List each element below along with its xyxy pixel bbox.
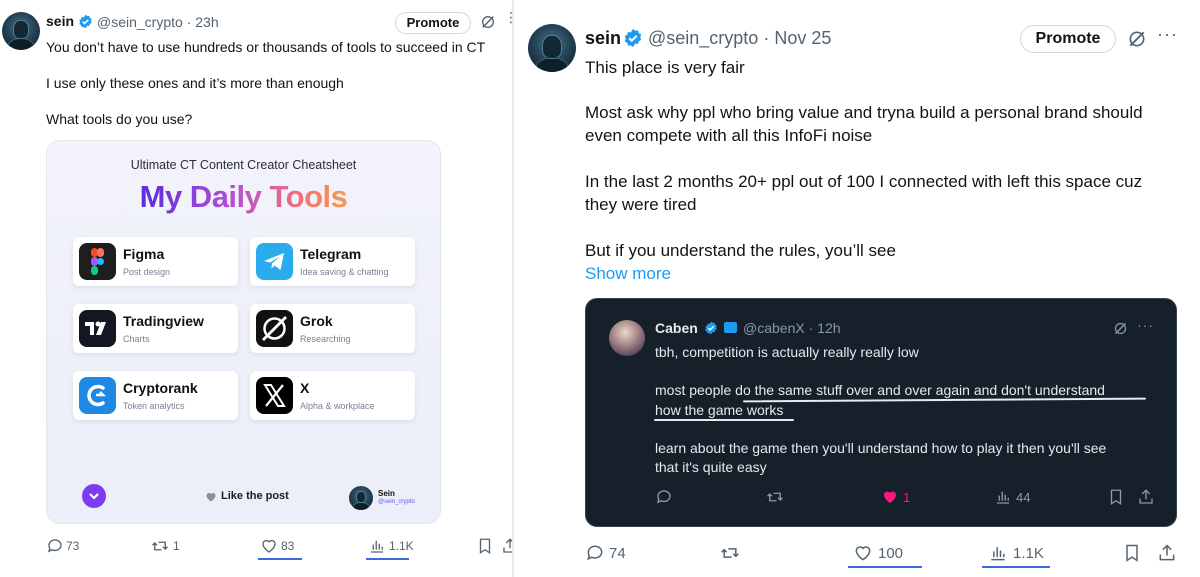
- show-more-link[interactable]: Show more: [585, 262, 671, 285]
- share-button[interactable]: [501, 537, 512, 555]
- tweet-divider: [512, 0, 514, 577]
- like-underline: [258, 558, 302, 560]
- quoted-tweet[interactable]: Caben @cabenX · 12h ··· tbh, competition…: [585, 298, 1177, 527]
- grok-icon[interactable]: [1127, 29, 1147, 49]
- telegram-icon: [256, 243, 293, 280]
- affiliate-badge-icon: [724, 322, 737, 333]
- bookmark-icon: [479, 538, 491, 555]
- grok-icon[interactable]: [1113, 321, 1128, 336]
- quoted-text-line: tbh, competition is actually really real…: [655, 344, 919, 360]
- x-logo-icon: [256, 377, 293, 414]
- verified-badge-icon: [624, 28, 642, 48]
- figma-icon: [79, 243, 116, 280]
- reply-icon: [587, 545, 603, 561]
- card-subtitle: Ultimate CT Content Creator Cheatsheet: [130, 158, 357, 172]
- tweet-text-line: even compete with all this InfoFi noise: [585, 126, 873, 145]
- share-icon: [1159, 544, 1175, 561]
- quoted-author-handle[interactable]: @cabenX · 12h: [743, 320, 841, 336]
- tweet-time[interactable]: Nov 25: [774, 28, 831, 48]
- quoted-author-name[interactable]: Caben: [655, 320, 698, 336]
- card-title: My Daily Tools: [139, 179, 348, 214]
- tool-card-telegram: Telegram Idea saving & chatting: [250, 237, 415, 286]
- tweet-text-line: I use only these ones and it’s more than…: [46, 75, 344, 91]
- tweet-text-line: But if you understand the rules, you’ll …: [585, 241, 896, 260]
- grok-icon[interactable]: [480, 14, 496, 30]
- tool-card-cryptorank: Cryptorank Token analytics: [73, 371, 238, 420]
- reply-icon: [47, 539, 62, 553]
- share-icon: [1139, 489, 1153, 504]
- tweet-image-card[interactable]: Ultimate CT Content Creator Cheatsheet M…: [46, 140, 441, 524]
- tweet-text-line: This place is very fair: [585, 58, 745, 77]
- card-author-name: Sein: [378, 489, 395, 498]
- grok-logo-icon: [256, 310, 293, 347]
- analytics-icon: [997, 491, 1009, 504]
- verified-badge-icon: [79, 14, 92, 29]
- left-tweet: sein @sein_crypto · 23h Promote ⋮ You do…: [0, 0, 518, 577]
- promote-button[interactable]: Promote: [395, 12, 471, 34]
- author-name[interactable]: sein: [46, 13, 74, 29]
- verified-badge-icon: [705, 321, 717, 335]
- handdrawn-underline: [654, 419, 794, 421]
- repost-icon: [767, 492, 783, 502]
- quoted-text-line: most people do the same stuff over and o…: [655, 382, 1105, 398]
- quoted-avatar[interactable]: [609, 320, 645, 356]
- views-underline: [366, 558, 409, 560]
- author-handle[interactable]: @sein_crypto · Nov 25: [648, 28, 831, 49]
- heart-filled-icon: [884, 491, 896, 503]
- tweet-text-line: In the last 2 months 20+ ppl out of 100 …: [585, 172, 1143, 191]
- analytics-icon: [991, 547, 1005, 561]
- repost-icon: [721, 548, 739, 558]
- tool-card-grok: Grok Researching: [250, 304, 415, 353]
- more-options-icon[interactable]: ···: [1157, 24, 1178, 45]
- avatar[interactable]: [528, 24, 576, 72]
- card-author-handle: @sein_crypto: [378, 499, 415, 505]
- share-icon: [503, 538, 512, 553]
- analytics-icon: [371, 540, 383, 553]
- views-underline: [982, 566, 1050, 568]
- tradingview-icon: [79, 310, 116, 347]
- avatar[interactable]: [2, 12, 40, 50]
- tool-card-x: X Alpha & workplace: [250, 371, 415, 420]
- heart-icon: [262, 539, 276, 553]
- author-name[interactable]: sein: [585, 28, 621, 49]
- cryptorank-icon: [79, 377, 116, 414]
- more-options-icon[interactable]: ⋮: [504, 9, 519, 26]
- tweet-text-line: they were tired: [585, 195, 697, 214]
- more-options-icon[interactable]: ···: [1137, 317, 1154, 333]
- heart-icon: [855, 546, 871, 561]
- tweet-text-line: Most ask why ppl who bring value and try…: [585, 103, 1143, 122]
- author-handle[interactable]: @sein_crypto · 23h: [97, 14, 219, 30]
- bookmark-icon: [1126, 544, 1138, 562]
- like-underline: [848, 566, 922, 568]
- tweet-text-line: What tools do you use?: [46, 111, 193, 127]
- tool-card-tradingview: Tradingview Charts: [73, 304, 238, 353]
- tool-card-figma: Figma Post design: [73, 237, 238, 286]
- card-author-avatar: [349, 486, 373, 510]
- quoted-text-line: how the game works: [655, 402, 784, 418]
- tweet-time[interactable]: 23h: [195, 14, 218, 30]
- reply-icon: [656, 490, 671, 504]
- chevron-down-icon: [82, 484, 106, 508]
- repost-icon: [152, 541, 168, 551]
- quoted-text-line: that it's quite easy: [655, 459, 767, 475]
- bookmark-icon: [1110, 489, 1122, 506]
- tweet-text-line: You don’t have to use hundreds or thousa…: [46, 39, 486, 55]
- heart-icon: [206, 493, 216, 502]
- promote-button[interactable]: Promote: [1020, 25, 1116, 53]
- quoted-text-line: learn about the game then you'll underst…: [655, 440, 1107, 456]
